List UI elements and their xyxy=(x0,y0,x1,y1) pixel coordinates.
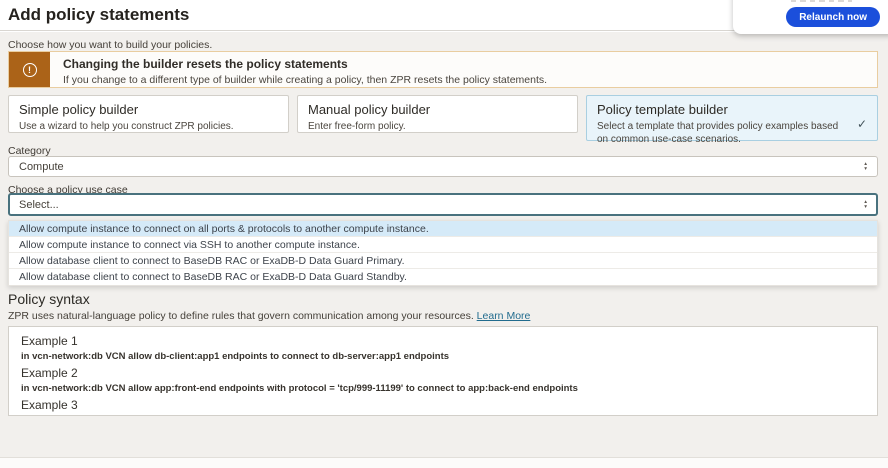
warning-description: If you change to a different type of bui… xyxy=(63,74,547,86)
check-icon: ✓ xyxy=(857,117,867,131)
example-label: Example 2 xyxy=(21,366,865,380)
popup-clipped-text xyxy=(791,0,852,2)
caret-down-icon: ▾ xyxy=(864,167,867,172)
policy-syntax-description: ZPR uses natural-language policy to defi… xyxy=(8,310,530,322)
example-label: Example 1 xyxy=(21,334,865,348)
add-policy-statements-page: Add policy statements Choose how you wan… xyxy=(0,0,888,468)
select-stepper-icon: ▴ ▾ xyxy=(864,200,867,209)
bottom-strip xyxy=(0,457,888,468)
example-label: Example 3 xyxy=(21,398,865,412)
example-statement: in vcn-network:db VCN allow app:front-en… xyxy=(21,383,865,394)
card-title: Policy template builder xyxy=(597,102,867,117)
card-description: Enter free-form policy. xyxy=(308,121,567,134)
policy-syntax-description-text: ZPR uses natural-language policy to defi… xyxy=(8,310,474,322)
card-simple-policy-builder[interactable]: Simple policy builder Use a wizard to he… xyxy=(8,95,289,133)
use-case-option-4[interactable]: Allow database client to connect to Base… xyxy=(9,269,877,285)
warning-banner: ! Changing the builder resets the policy… xyxy=(8,51,878,88)
category-select-value: Compute xyxy=(19,161,64,173)
use-case-select-placeholder: Select... xyxy=(19,199,59,211)
warning-title: Changing the builder resets the policy s… xyxy=(63,57,547,71)
card-policy-template-builder[interactable]: Policy template builder Select a templat… xyxy=(586,95,878,141)
select-stepper-icon: ▴ ▾ xyxy=(864,162,867,171)
use-case-dropdown: Allow compute instance to connect on all… xyxy=(8,220,878,286)
policy-syntax-heading: Policy syntax xyxy=(8,291,90,307)
page-title: Add policy statements xyxy=(8,5,189,25)
card-title: Simple policy builder xyxy=(19,102,278,117)
use-case-option-2[interactable]: Allow compute instance to connect via SS… xyxy=(9,237,877,253)
use-case-option-1[interactable]: Allow compute instance to connect on all… xyxy=(9,221,877,237)
category-select[interactable]: Compute ▴ ▾ xyxy=(8,156,878,177)
card-manual-policy-builder[interactable]: Manual policy builder Enter free-form po… xyxy=(297,95,578,133)
use-case-select[interactable]: Select... ▴ ▾ xyxy=(8,193,878,216)
warning-strip: ! xyxy=(9,52,50,87)
learn-more-link[interactable]: Learn More xyxy=(477,310,531,322)
relaunch-popup: Relaunch now xyxy=(733,0,888,34)
warning-icon: ! xyxy=(23,63,37,77)
card-title: Manual policy builder xyxy=(308,102,567,117)
relaunch-now-button[interactable]: Relaunch now xyxy=(786,7,880,27)
warning-body: Changing the builder resets the policy s… xyxy=(50,52,560,87)
example-statement: in vcn-network:db VCN allow db-client:ap… xyxy=(21,351,865,362)
builder-choice-hint: Choose how you want to build your polici… xyxy=(8,39,212,51)
card-description: Use a wizard to help you construct ZPR p… xyxy=(19,121,278,134)
use-case-option-3[interactable]: Allow database client to connect to Base… xyxy=(9,253,877,269)
caret-down-icon: ▾ xyxy=(864,205,867,210)
policy-examples-box: Example 1 in vcn-network:db VCN allow db… xyxy=(8,326,878,416)
example-statement: in vcn-network:db VCN allow app:front-en… xyxy=(21,415,865,416)
card-description: Select a template that provides policy e… xyxy=(597,121,867,146)
